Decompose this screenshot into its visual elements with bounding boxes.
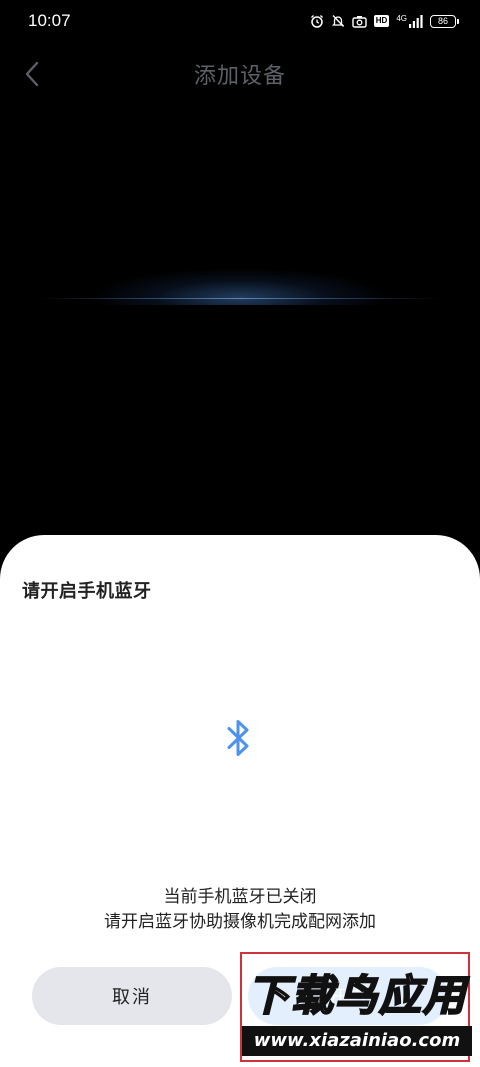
status-time: 10:07 [28, 11, 71, 30]
chevron-left-icon [25, 61, 39, 87]
dialog-message-line2: 请开启蓝牙协助摄像机完成配网添加 [104, 912, 376, 932]
watermark: 下载鸟应用 www.xiazainiao.com [240, 952, 472, 1062]
hd-icon: HD [373, 15, 390, 27]
alarm-icon [310, 14, 324, 28]
status-icons: HD 4G 86 [310, 13, 459, 28]
scan-glow [40, 250, 440, 305]
bell-muted-icon [331, 14, 345, 28]
cancel-button[interactable]: 取消 [32, 967, 232, 1025]
signal-icon: 4G [396, 13, 423, 28]
dialog-message-line1: 当前手机蓝牙已关闭 [163, 887, 317, 907]
scan-glow-halo [90, 268, 390, 305]
watermark-title: 下载鸟应用 [246, 970, 467, 1021]
navigation-bar: 添加设备 [0, 48, 480, 100]
battery-icon: 86 [430, 14, 459, 28]
watermark-url: www.xiazainiao.com [242, 1026, 472, 1056]
network-label: 4G [396, 13, 407, 23]
scan-glow-line [40, 298, 440, 299]
page-title: 添加设备 [193, 64, 286, 89]
bluetooth-icon [227, 720, 249, 756]
camera-icon [352, 15, 367, 28]
back-button[interactable] [14, 56, 50, 92]
dialog-title: 请开启手机蓝牙 [22, 581, 152, 602]
status-bar: 10:07 HD 4G 86 [0, 0, 480, 42]
